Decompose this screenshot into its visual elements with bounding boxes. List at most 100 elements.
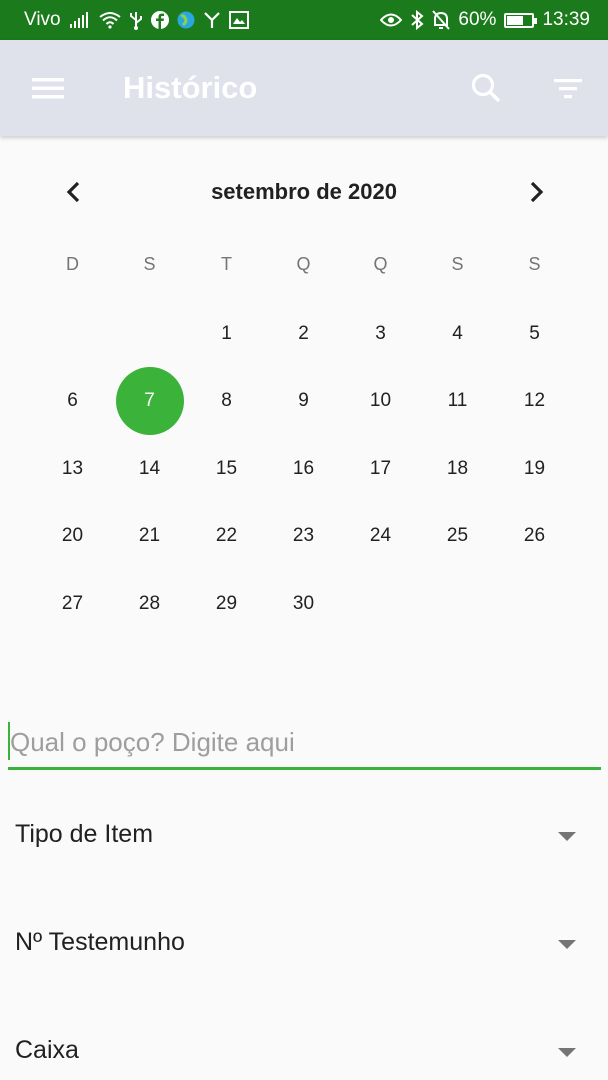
calendar-day-number: 16 <box>292 457 315 479</box>
weekday-label: T <box>221 254 232 274</box>
facebook-icon <box>150 10 169 30</box>
calendar-day-number: 10 <box>369 390 392 412</box>
calendar-day-number: 23 <box>292 525 315 547</box>
calendar-day[interactable]: 27 <box>34 570 111 638</box>
dropdown-core-number[interactable]: Nº Testemunho <box>0 914 608 974</box>
battery-icon <box>504 10 538 30</box>
calendar-day[interactable]: 17 <box>342 435 419 503</box>
calendar-empty-cell <box>34 300 111 368</box>
calendar-empty-cell <box>111 300 188 368</box>
calendar-day[interactable]: 11 <box>419 368 496 436</box>
calendar-day[interactable]: 15 <box>188 435 265 503</box>
calendar-day[interactable]: 6 <box>34 368 111 436</box>
well-search-input[interactable] <box>10 722 595 762</box>
calendar-day-number: 28 <box>138 592 161 614</box>
calendar-day-number: 22 <box>215 525 238 547</box>
calendar-day-number: 21 <box>138 525 161 547</box>
calendar-day[interactable]: 9 <box>265 368 342 436</box>
app-bar: Histórico <box>0 40 608 136</box>
calendar-day-number: 3 <box>375 322 386 344</box>
weekday-label: Q <box>296 254 311 274</box>
bluetooth-icon <box>410 10 424 30</box>
calendar-grid: 1 2 3 4 5 6 7 8 9 10 11 12 13 14 15 16 17 18 19 20 21 22 23 24 2… <box>34 300 574 638</box>
calendar-day-selected[interactable]: 7 <box>111 367 188 436</box>
menu-button[interactable] <box>28 70 68 106</box>
weekday-label: S <box>451 254 464 274</box>
dropdown-item-type[interactable]: Tipo de Item <box>0 806 608 866</box>
calendar-day[interactable]: 20 <box>34 503 111 571</box>
calendar-day-number: 7 <box>115 367 184 436</box>
next-month-button[interactable] <box>518 174 554 210</box>
calendar-header: setembro de 2020 <box>0 160 608 224</box>
chevron-right-icon <box>530 181 544 203</box>
calendar-day-number: 6 <box>67 390 78 412</box>
dropdown-arrow-icon <box>558 832 576 841</box>
calendar-day[interactable]: 12 <box>496 368 573 436</box>
calendar-day[interactable]: 23 <box>265 503 342 571</box>
dropdown-box[interactable]: Caixa <box>0 1022 608 1080</box>
calendar-day-number: 14 <box>138 457 161 479</box>
calendar-day[interactable]: 28 <box>111 570 188 638</box>
well-search-field <box>8 718 601 770</box>
calendar-day[interactable]: 5 <box>496 300 573 368</box>
weekday-label: S <box>143 254 156 274</box>
filter-button[interactable] <box>548 68 588 108</box>
calendar-day-number: 4 <box>452 322 463 344</box>
calendar-day-number: 29 <box>215 592 238 614</box>
calendar-day[interactable]: 8 <box>188 368 265 436</box>
calendar-day[interactable]: 3 <box>342 300 419 368</box>
calendar-day-number: 20 <box>61 525 84 547</box>
calendar-day-number: 5 <box>529 322 540 344</box>
carrier-label: Vivo <box>24 9 61 30</box>
calendar-day-number: 18 <box>446 457 469 479</box>
calendar-month-label: setembro de 2020 <box>211 179 397 204</box>
page-title: Histórico <box>123 70 258 105</box>
calendar-day[interactable]: 13 <box>34 435 111 503</box>
calendar-day[interactable]: 1 <box>188 300 265 368</box>
calendar-day[interactable]: 14 <box>111 435 188 503</box>
dropdown-arrow-icon <box>558 940 576 949</box>
calendar-day[interactable]: 24 <box>342 503 419 571</box>
calendar-day-number: 17 <box>369 457 392 479</box>
usb-icon <box>129 10 143 30</box>
dropdown-arrow-icon <box>558 1048 576 1057</box>
dropdown-label: Nº Testemunho <box>15 928 185 956</box>
calendar-day[interactable]: 2 <box>265 300 342 368</box>
calendar-day-number: 8 <box>221 390 232 412</box>
dropdown-label: Caixa <box>15 1036 79 1064</box>
calendar-day-number: 24 <box>369 525 392 547</box>
calendar-day[interactable]: 30 <box>265 570 342 638</box>
calendar-day[interactable]: 21 <box>111 503 188 571</box>
calendar-day-number: 25 <box>446 525 469 547</box>
battery-fill <box>507 15 524 25</box>
globe-icon <box>177 10 195 30</box>
calendar-day-number: 1 <box>221 322 232 344</box>
calendar-day[interactable]: 16 <box>265 435 342 503</box>
calendar-day[interactable]: 25 <box>419 503 496 571</box>
search-icon <box>471 73 501 103</box>
calendar-day-number: 13 <box>61 457 84 479</box>
calendar-day-number: 26 <box>523 525 546 547</box>
calendar-day[interactable]: 19 <box>496 435 573 503</box>
calendar-day[interactable]: 4 <box>419 300 496 368</box>
calendar-day[interactable]: 26 <box>496 503 573 571</box>
menu-icon <box>32 78 64 99</box>
dropdown-label: Tipo de Item <box>15 820 154 848</box>
calendar-day[interactable]: 29 <box>188 570 265 638</box>
calendar-day[interactable]: 10 <box>342 368 419 436</box>
status-bar: Vivo 60% 13:39 <box>0 0 608 40</box>
calendar-day-number: 9 <box>298 390 309 412</box>
gallery-icon <box>228 10 249 30</box>
search-button[interactable] <box>466 68 506 108</box>
calendar-day-number: 27 <box>61 592 84 614</box>
calendar-day-number: 15 <box>215 457 238 479</box>
filter-icon <box>554 79 582 99</box>
calendar-day-number: 2 <box>298 322 309 344</box>
clock: 13:39 <box>542 9 590 30</box>
weekday-label: S <box>528 254 541 274</box>
weekday-label: Q <box>373 254 388 274</box>
wifi-icon <box>99 10 121 30</box>
battery-percent: 60% <box>458 9 497 30</box>
calendar-day[interactable]: 22 <box>188 503 265 571</box>
calendar-day[interactable]: 18 <box>419 435 496 503</box>
